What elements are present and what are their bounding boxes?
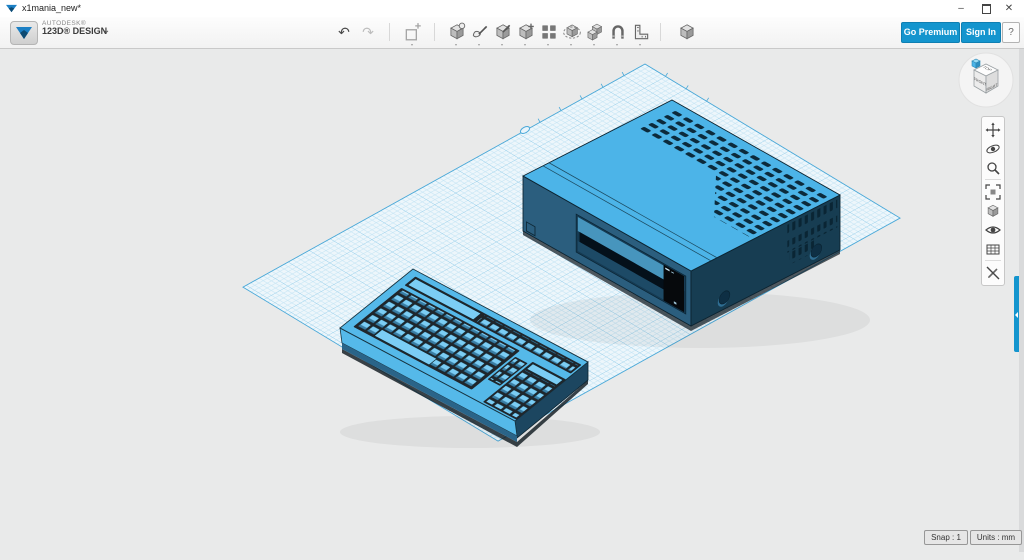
grouping-icon[interactable]: [562, 22, 582, 42]
app-window-icon: [6, 3, 17, 14]
restore-button[interactable]: [975, 1, 997, 16]
redo-icon[interactable]: ↷: [358, 22, 378, 42]
title-bar: x1mania_new* – ✕: [0, 0, 1024, 18]
window-resize-edge: [1019, 48, 1024, 552]
help-button[interactable]: ?: [1002, 22, 1020, 43]
pattern-icon[interactable]: [539, 22, 559, 42]
combine-icon[interactable]: [585, 22, 605, 42]
tweak-magnet-icon[interactable]: [608, 22, 628, 42]
visibility-eye-icon[interactable]: [985, 222, 1001, 238]
sketch-icon[interactable]: [470, 22, 490, 42]
close-button[interactable]: ✕: [998, 1, 1020, 16]
brand-product: 123D® DESIGN: [42, 27, 107, 37]
transform-icon[interactable]: [403, 22, 423, 42]
brand-block: AUTODESK® 123D® DESIGN: [42, 20, 107, 37]
go-premium-button[interactable]: Go Premium: [901, 22, 960, 43]
toolbar-divider: [660, 23, 661, 41]
toolbar-divider: [434, 23, 435, 41]
collapsed-panel-handle[interactable]: [1014, 276, 1019, 352]
orbit-icon[interactable]: [985, 141, 1001, 157]
snap-setting-button[interactable]: Snap : 1: [924, 530, 968, 545]
fit-icon[interactable]: [985, 184, 1001, 200]
hide-sketches-icon[interactable]: [985, 265, 1001, 281]
primitives-icon[interactable]: [447, 22, 467, 42]
material-icon[interactable]: [677, 22, 697, 42]
autodesk-logo[interactable]: [10, 21, 38, 45]
units-setting-button[interactable]: Units : mm: [970, 530, 1022, 545]
material-icon[interactable]: [985, 203, 1001, 219]
undo-icon[interactable]: ↶: [334, 22, 354, 42]
toolbar-divider: [389, 23, 390, 41]
view-cube[interactable]: TOP FRONT RIGHT: [959, 53, 1013, 107]
viewport-canvas[interactable]: TOP FRONT RIGHT: [0, 0, 1024, 560]
pan-icon[interactable]: [985, 122, 1001, 138]
measure-icon[interactable]: [631, 22, 651, 42]
grid-icon[interactable]: [985, 241, 1001, 257]
window-title: x1mania_new*: [22, 3, 81, 13]
home-icon[interactable]: [972, 59, 980, 68]
zoom-icon[interactable]: [985, 160, 1001, 176]
sign-in-button[interactable]: Sign In: [961, 22, 1001, 43]
construct-icon[interactable]: [493, 22, 513, 42]
chevron-down-icon[interactable]: ⌄: [102, 25, 110, 36]
minimize-button[interactable]: –: [950, 1, 972, 16]
navigation-toolbar: [981, 116, 1005, 286]
main-toolbar: AUTODESK® 123D® DESIGN ⌄ ↶ ↷ ▾ ▾ ▾ ▾ ▾ ▾…: [0, 17, 1024, 49]
modify-icon[interactable]: [516, 22, 536, 42]
